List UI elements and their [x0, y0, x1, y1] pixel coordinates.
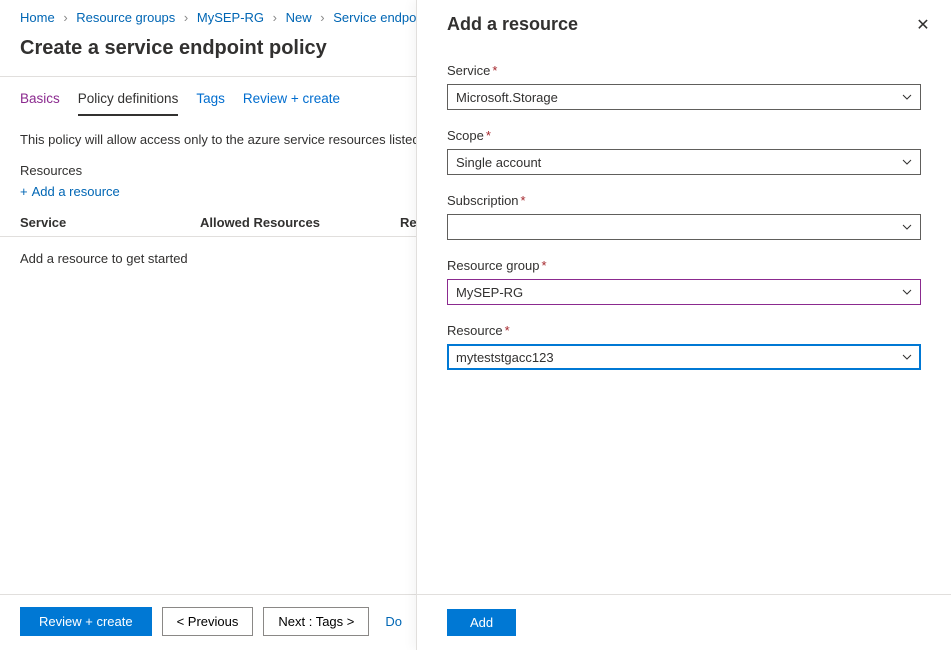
service-value: Microsoft.Storage [456, 90, 558, 105]
breadcrumb-rg[interactable]: Resource groups [76, 10, 175, 25]
service-select[interactable]: Microsoft.Storage [447, 84, 921, 110]
chevron-right-icon: › [63, 10, 67, 25]
resource-group-select[interactable]: MySEP-RG [447, 279, 921, 305]
close-icon[interactable]: ✕ [913, 15, 933, 35]
chevron-right-icon: › [273, 10, 277, 25]
previous-button[interactable]: < Previous [162, 607, 254, 636]
chevron-right-icon: › [184, 10, 188, 25]
scope-value: Single account [456, 155, 541, 170]
flyout-body: Service* Microsoft.Storage Scope* Single… [417, 63, 951, 594]
required-icon: * [521, 193, 526, 208]
chevron-right-icon: › [320, 10, 324, 25]
flyout-header: Add a resource ✕ [417, 0, 951, 63]
field-subscription: Subscription* [447, 193, 921, 240]
resource-group-value: MySEP-RG [456, 285, 523, 300]
chevron-down-icon [901, 221, 913, 233]
subscription-label: Subscription* [447, 193, 921, 208]
required-icon: * [486, 128, 491, 143]
required-icon: * [505, 323, 510, 338]
field-resource-group: Resource group* MySEP-RG [447, 258, 921, 305]
subscription-label-text: Subscription [447, 193, 519, 208]
tab-basics[interactable]: Basics [20, 91, 60, 116]
add-button[interactable]: Add [447, 609, 516, 636]
add-resource-label: Add a resource [32, 184, 120, 199]
col-allowed: Allowed Resources [200, 215, 400, 230]
add-resource-flyout: Add a resource ✕ Service* Microsoft.Stor… [416, 0, 951, 650]
chevron-down-icon [901, 286, 913, 298]
tab-review-create[interactable]: Review + create [243, 91, 340, 116]
chevron-down-icon [901, 91, 913, 103]
breadcrumb-mysep[interactable]: MySEP-RG [197, 10, 264, 25]
review-create-button[interactable]: Review + create [20, 607, 152, 636]
flyout-footer: Add [417, 594, 951, 650]
breadcrumb-sep[interactable]: Service endpoi [333, 10, 419, 25]
service-label: Service* [447, 63, 921, 78]
scope-select[interactable]: Single account [447, 149, 921, 175]
flyout-title: Add a resource [447, 14, 578, 35]
breadcrumb-new[interactable]: New [286, 10, 312, 25]
next-button[interactable]: Next : Tags > [263, 607, 369, 636]
resource-select[interactable]: myteststgacc123 [447, 344, 921, 370]
scope-label-text: Scope [447, 128, 484, 143]
required-icon: * [492, 63, 497, 78]
download-link[interactable]: Do [385, 614, 402, 629]
field-scope: Scope* Single account [447, 128, 921, 175]
resource-label: Resource* [447, 323, 921, 338]
field-service: Service* Microsoft.Storage [447, 63, 921, 110]
required-icon: * [542, 258, 547, 273]
tab-tags[interactable]: Tags [196, 91, 225, 116]
field-resource: Resource* myteststgacc123 [447, 323, 921, 370]
col-service: Service [20, 215, 200, 230]
resource-group-label-text: Resource group [447, 258, 540, 273]
resource-value: myteststgacc123 [456, 350, 554, 365]
chevron-down-icon [901, 156, 913, 168]
scope-label: Scope* [447, 128, 921, 143]
chevron-down-icon [901, 351, 913, 363]
subscription-select[interactable] [447, 214, 921, 240]
resource-label-text: Resource [447, 323, 503, 338]
breadcrumb-home[interactable]: Home [20, 10, 55, 25]
tab-policy-definitions[interactable]: Policy definitions [78, 91, 179, 116]
plus-icon: + [20, 184, 28, 199]
service-label-text: Service [447, 63, 490, 78]
resource-group-label: Resource group* [447, 258, 921, 273]
